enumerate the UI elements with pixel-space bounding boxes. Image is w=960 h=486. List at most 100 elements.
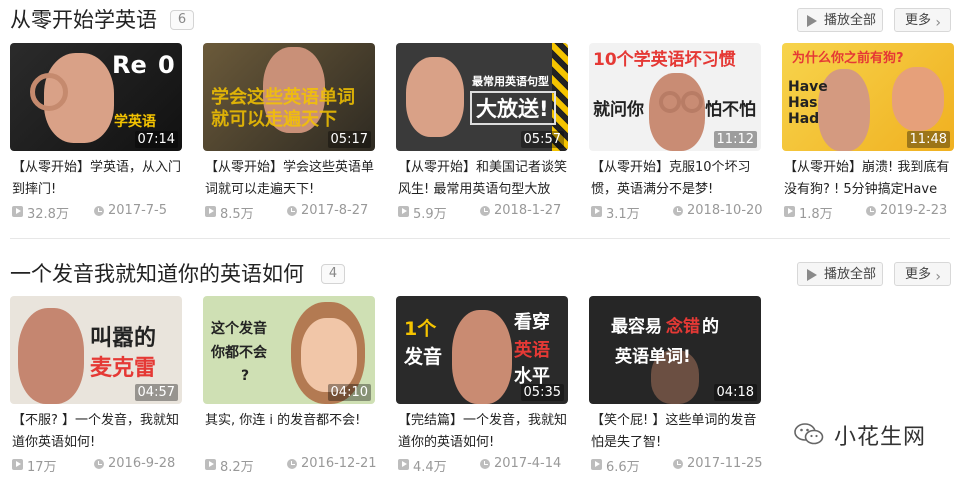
hand-goggle	[681, 91, 703, 113]
play-all-button[interactable]: 播放全部	[797, 8, 883, 32]
section-from-zero: 从零开始学英语 6 播放全部 更多 › Re 0 学英语 07:14 【从零开始…	[0, 0, 960, 236]
upload-date: 2019-2-23	[880, 203, 948, 218]
views-icon	[591, 206, 602, 217]
video-thumbnail[interactable]: 最常用英语句型 大放送! 05:57	[396, 43, 568, 151]
clock-icon	[287, 459, 297, 469]
thumb-text: 的	[702, 317, 719, 337]
video-duration: 11:48	[906, 131, 950, 148]
view-count: 5.9万	[413, 207, 447, 222]
video-duration: 05:17	[327, 131, 371, 148]
video-meta: 8.5万 2017-8-27	[205, 203, 377, 222]
hand-goggle	[659, 91, 681, 113]
section-title: 一个发音我就知道你的英语如何	[10, 262, 304, 286]
video-meta: 32.8万 2017-7-5	[12, 203, 184, 222]
video-card[interactable]: 最容易 念错 的 英语单词! 04:18 【笑个屁! 】这些单词的发音怕是失了智…	[589, 296, 763, 486]
chevron-right-icon: ›	[935, 269, 941, 285]
video-title[interactable]: 其实, 你连 i 的发音都不会!	[205, 410, 375, 454]
video-meta: 8.2万 2016-12-21	[205, 456, 377, 475]
video-card[interactable]: 这个发音 你都不会 ? 04:10 其实, 你连 i 的发音都不会! 8.2万 …	[203, 296, 377, 486]
thumb-text: 你都不会	[211, 345, 267, 361]
thumb-text: 英语单词!	[615, 347, 691, 367]
thumb-text: 10个学英语坏习惯	[593, 50, 736, 70]
clock-icon	[480, 206, 490, 216]
video-card[interactable]: 10个学英语坏习惯 就问你 怕不怕 11:12 【从零开始】克服10个坏习惯，英…	[589, 43, 763, 233]
video-thumbnail[interactable]: 10个学英语坏习惯 就问你 怕不怕 11:12	[589, 43, 761, 151]
video-title[interactable]: 【从零开始】克服10个坏习惯，英语满分不是梦!	[591, 157, 761, 201]
thumb-text: Have	[788, 79, 828, 95]
video-thumbnail[interactable]: Re 0 学英语 07:14	[10, 43, 182, 151]
video-title[interactable]: 【从零开始】学会这些英语单词就可以走遍天下!	[205, 157, 375, 201]
video-card[interactable]: 学会这些英语单词 就可以走遍天下 05:17 【从零开始】学会这些英语单词就可以…	[203, 43, 375, 233]
video-thumbnail[interactable]: 1个 发音 看穿 英语 水平 05:35	[396, 296, 568, 404]
video-card[interactable]: Re 0 学英语 07:14 【从零开始】学英语，从入门到摔门! 32.8万 2…	[10, 43, 182, 233]
clock-icon	[94, 206, 104, 216]
play-all-button[interactable]: 播放全部	[797, 262, 883, 286]
thumb-text: 英语	[514, 340, 550, 361]
video-duration: 04:18	[713, 384, 757, 401]
video-duration: 11:12	[713, 131, 757, 148]
video-card[interactable]: 1个 发音 看穿 英语 水平 05:35 【完结篇】一个发音，我就知道你的英语如…	[396, 296, 568, 486]
video-duration: 04:57	[134, 384, 178, 401]
watermark: 小花生网	[788, 417, 958, 453]
views-icon	[205, 459, 216, 470]
video-meta: 6.6万 2017-11-25	[591, 456, 763, 475]
video-meta: 3.1万 2018-10-20	[591, 203, 763, 222]
thumb-text: 看穿	[514, 312, 550, 333]
thumb-text: 最常用英语句型	[472, 75, 549, 88]
video-meta: 5.9万 2018-1-27	[398, 203, 570, 222]
thumb-text: 发音	[404, 346, 443, 368]
upload-date: 2017-4-14	[494, 456, 562, 471]
video-title[interactable]: 【从零开始】和美国记者谈笑风生! 最常用英语句型大放	[398, 157, 568, 201]
thumb-text: 就可以走遍天下	[211, 109, 337, 130]
video-title[interactable]: 【不服? 】一个发音，我就知道你英语如何!	[12, 410, 182, 454]
clock-icon	[287, 206, 297, 216]
views-icon	[398, 459, 409, 470]
more-button[interactable]: 更多 ›	[894, 8, 951, 32]
presenter-face	[18, 308, 84, 404]
video-duration: 05:57	[520, 131, 564, 148]
thumb-text: 念错	[666, 317, 700, 337]
upload-date: 2018-10-20	[687, 203, 763, 218]
thumb-text: 大放送!	[476, 97, 549, 121]
section-title: 从零开始学英语	[10, 8, 157, 32]
thumb-text: 怕不怕	[705, 100, 756, 120]
video-duration: 04:10	[327, 384, 371, 401]
video-thumbnail[interactable]: 为什么你之前有狗? Have Has Had 11:48	[782, 43, 954, 151]
video-thumbnail[interactable]: 叫嚣的 麦克雷 04:57	[10, 296, 182, 404]
cartoon-face	[892, 67, 944, 131]
view-count: 4.4万	[413, 460, 447, 475]
wechat-icon	[794, 423, 824, 445]
count-badge: 4	[321, 264, 345, 284]
video-card[interactable]: 最常用英语句型 大放送! 05:57 【从零开始】和美国记者谈笑风生! 最常用英…	[396, 43, 568, 233]
video-thumbnail[interactable]: 这个发音 你都不会 ? 04:10	[203, 296, 375, 404]
more-label: 更多	[905, 13, 932, 28]
clock-icon	[94, 459, 104, 469]
clock-icon	[673, 459, 683, 469]
video-card[interactable]: 叫嚣的 麦克雷 04:57 【不服? 】一个发音，我就知道你英语如何! 17万 …	[10, 296, 182, 486]
video-thumbnail[interactable]: 最容易 念错 的 英语单词! 04:18	[589, 296, 761, 404]
upload-date: 2018-1-27	[494, 203, 562, 218]
child-face	[301, 318, 357, 392]
chevron-right-icon: ›	[935, 15, 941, 31]
video-card[interactable]: 为什么你之前有狗? Have Has Had 11:48 【从零开始】崩溃! 我…	[782, 43, 954, 233]
video-title[interactable]: 【从零开始】崩溃! 我到底有没有狗? ! 5分钟搞定Have	[784, 157, 954, 201]
video-title[interactable]: 【完结篇】一个发音，我就知道你的英语如何!	[398, 410, 568, 454]
video-title[interactable]: 【从零开始】学英语，从入门到摔门!	[12, 157, 182, 201]
video-meta: 1.8万 2019-2-23	[784, 203, 956, 222]
video-thumbnail[interactable]: 学会这些英语单词 就可以走遍天下 05:17	[203, 43, 375, 151]
view-count: 8.5万	[220, 207, 254, 222]
section-divider	[10, 238, 950, 239]
presenter-face	[452, 310, 512, 404]
play-all-label: 播放全部	[824, 267, 877, 282]
thumb-text: 就问你	[593, 100, 644, 120]
more-button[interactable]: 更多 ›	[894, 262, 951, 286]
hand-circle	[30, 73, 68, 111]
thumb-text: Had	[788, 111, 820, 127]
play-icon	[807, 15, 817, 27]
thumb-text: 叫嚣的	[90, 326, 157, 351]
video-title[interactable]: 【笑个屁! 】这些单词的发音怕是失了智!	[591, 410, 761, 454]
thumb-text: 这个发音	[211, 321, 267, 337]
upload-date: 2017-7-5	[108, 203, 168, 218]
thumb-text: ?	[241, 368, 250, 384]
video-meta: 17万 2016-9-28	[12, 456, 184, 475]
